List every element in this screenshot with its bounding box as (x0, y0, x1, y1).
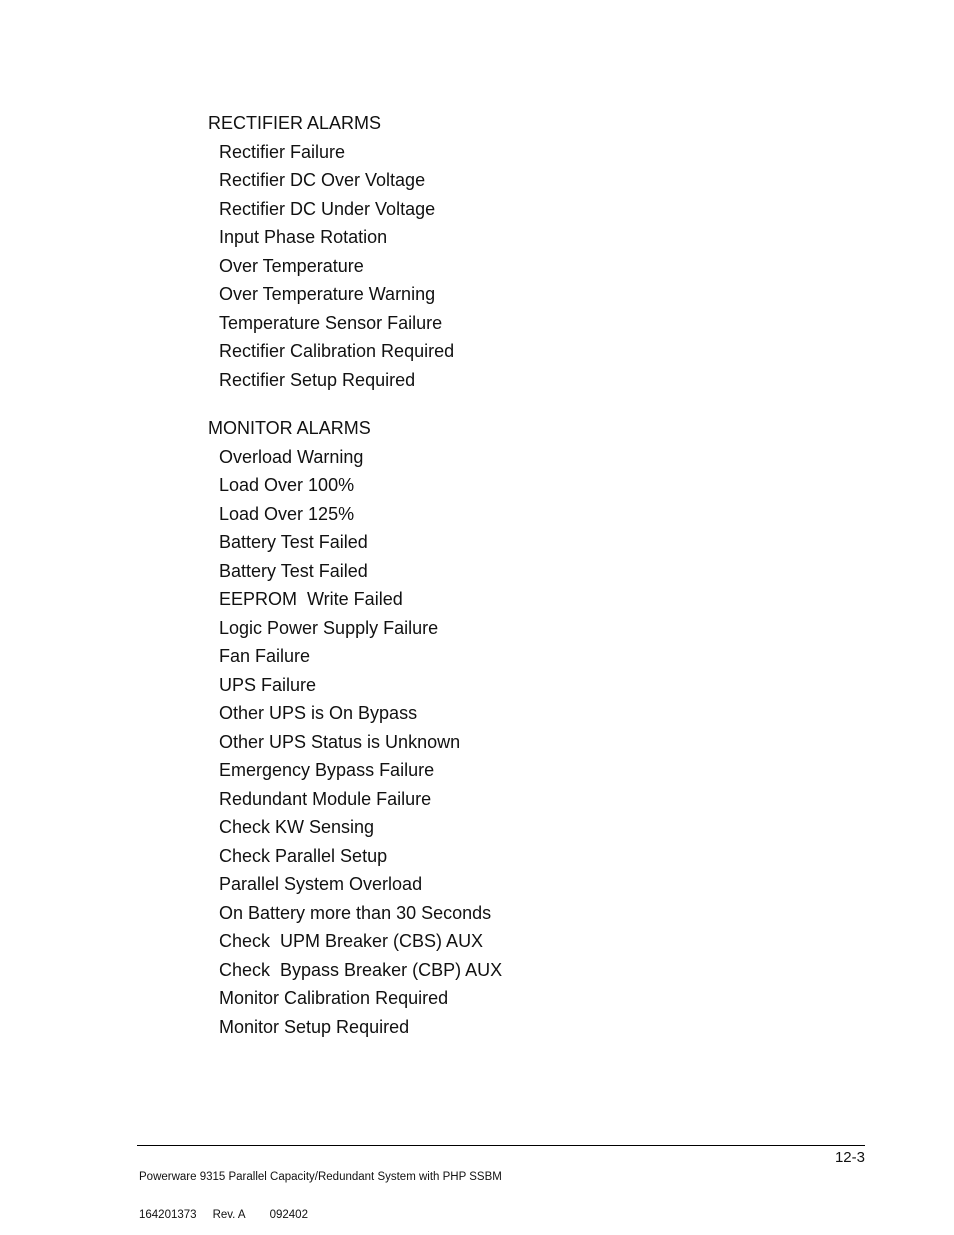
alarm-item: Fan Failure (219, 646, 311, 666)
monitor-alarms-section: MONITOR ALARMS Overload Warning Load Over… (208, 414, 502, 1041)
footer-title: Powerware 9315 Parallel Capacity/Redunda… (139, 1171, 502, 1183)
alarm-item: Emergency Bypass Failure (219, 760, 435, 780)
footer-document-info: Powerware 9315 Parallel Capacity/Redunda… (139, 1146, 502, 1234)
alarm-item: Overload Warning (219, 446, 364, 467)
alarm-item: Load Over 125% (219, 503, 355, 524)
alarm-item: Battery Test Failed (219, 532, 368, 552)
alarm-item: Over Temperature (219, 255, 364, 276)
alarm-item: Check KW Sensing (219, 817, 375, 837)
alarm-item: Check Bypass Breaker (CBP) AUX (219, 959, 503, 980)
alarm-item: Rectifier Failure (219, 141, 346, 162)
alarm-item: Other UPS Status is Unknown (219, 731, 461, 752)
alarm-item: Logic Power Supply Failure (219, 617, 439, 638)
alarm-item: EEPROM Write Failed (219, 589, 403, 609)
rectifier-alarms-section: RECTIFIER ALARMS Rectifier Failure Rectif… (208, 109, 454, 394)
alarm-item: Check Parallel Setup (219, 845, 388, 866)
alarm-list: Overload Warning Load Over 100% Load Over … (208, 443, 502, 1042)
alarm-item: Rectifier DC Under Voltage (219, 198, 436, 219)
alarm-item: Input Phase Rotation (219, 227, 388, 247)
alarm-item: Battery Test Failed (219, 560, 368, 581)
footer-revision: Rev. A (212, 1208, 246, 1221)
alarm-item: Other UPS is On Bypass (219, 703, 418, 723)
alarm-item: Rectifier Calibration Required (219, 341, 455, 361)
alarm-item: Over Temperature Warning (219, 284, 436, 304)
alarm-item: UPS Failure (219, 674, 317, 695)
alarm-item: Rectifier DC Over Voltage (219, 170, 426, 190)
alarm-item: Check UPM Breaker (CBS) AUX (219, 931, 484, 951)
alarm-item: Rectifier Setup Required (219, 369, 416, 390)
footer-meta: 164201373 Rev. A 092402 (139, 1209, 502, 1222)
footer-part-number: 164201373 (139, 1208, 197, 1221)
section-heading: RECTIFIER ALARMS (208, 113, 382, 133)
alarm-list: Rectifier Failure Rectifier DC Over Volta… (208, 138, 454, 395)
alarm-item: Parallel System Overload (219, 874, 423, 894)
alarm-item: Load Over 100% (219, 475, 355, 495)
alarm-item: Monitor Setup Required (219, 1016, 410, 1037)
section-heading: MONITOR ALARMS (208, 418, 371, 438)
alarm-item: Redundant Module Failure (219, 788, 432, 809)
alarm-item: Temperature Sensor Failure (219, 312, 443, 333)
alarm-item: On Battery more than 30 Seconds (219, 902, 492, 923)
page-number: 12-3 (834, 1149, 865, 1166)
footer-date-code: 092402 (269, 1208, 308, 1221)
alarm-item: Monitor Calibration Required (219, 988, 449, 1008)
